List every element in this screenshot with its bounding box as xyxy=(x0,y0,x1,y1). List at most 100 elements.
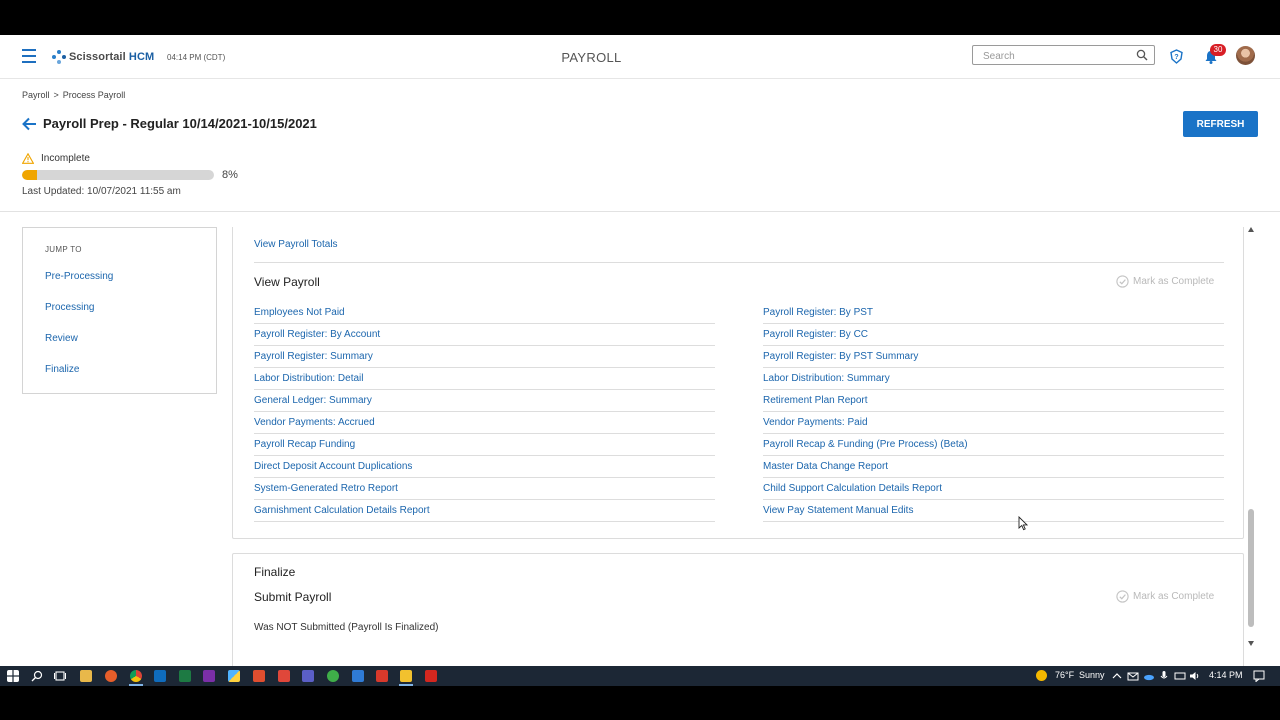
submit-status-text: Was NOT Submitted (Payroll Is Finalized) xyxy=(254,622,439,633)
windows-start-icon[interactable] xyxy=(7,670,19,682)
report-link[interactable]: Payroll Register: Summary xyxy=(254,346,715,368)
help-icon[interactable]: ? xyxy=(1169,49,1184,64)
search-icon[interactable] xyxy=(1136,49,1148,61)
snipping-tool-icon[interactable] xyxy=(253,670,265,682)
app-icon[interactable] xyxy=(399,670,413,686)
report-link[interactable]: Garnishment Calculation Details Report xyxy=(254,500,715,522)
report-link[interactable]: General Ledger: Summary xyxy=(254,390,715,412)
file-explorer-icon[interactable] xyxy=(80,670,92,682)
firefox-icon[interactable] xyxy=(105,670,117,682)
top-bar: Scissortail HCM 04:14 PM (CDT) PAYROLL ?… xyxy=(0,35,1280,79)
outlook-icon[interactable] xyxy=(154,670,166,682)
notification-center-icon[interactable] xyxy=(1253,670,1265,682)
jump-to-review[interactable]: Review xyxy=(45,333,78,344)
refresh-button[interactable]: REFRESH xyxy=(1183,111,1258,137)
page-title: Payroll Prep - Regular 10/14/2021-10/15/… xyxy=(43,116,317,131)
report-link[interactable]: Vendor Payments: Accrued xyxy=(254,412,715,434)
teams-icon[interactable] xyxy=(302,670,314,682)
scroll-thumb[interactable] xyxy=(1248,509,1254,627)
scroll-down-arrow-icon[interactable] xyxy=(1248,641,1254,646)
app-icon[interactable] xyxy=(376,670,388,682)
onedrive-icon[interactable] xyxy=(1143,670,1155,682)
report-link[interactable]: Payroll Register: By PST Summary xyxy=(763,346,1224,368)
jump-to-pre-processing[interactable]: Pre-Processing xyxy=(45,271,113,282)
search-input[interactable] xyxy=(973,47,1123,66)
back-arrow-icon[interactable] xyxy=(22,117,37,131)
report-link[interactable]: View Pay Statement Manual Edits xyxy=(763,500,1224,522)
mail-icon[interactable] xyxy=(1127,670,1139,682)
jump-to-panel: JUMP TO Pre-Processing Processing Review… xyxy=(22,227,217,394)
divider xyxy=(254,262,1224,263)
last-updated: Last Updated: 10/07/2021 11:55 am xyxy=(22,186,181,197)
microphone-icon[interactable] xyxy=(1158,670,1170,682)
chrome-icon[interactable] xyxy=(129,670,143,686)
search-icon[interactable] xyxy=(31,670,43,682)
warning-icon xyxy=(22,153,34,164)
scroll-up-arrow-icon[interactable] xyxy=(1248,227,1254,232)
report-link[interactable]: Direct Deposit Account Duplications xyxy=(254,456,715,478)
acrobat-icon[interactable] xyxy=(425,670,437,682)
report-link[interactable]: System-Generated Retro Report xyxy=(254,478,715,500)
report-link[interactable]: Retirement Plan Report xyxy=(763,390,1224,412)
breadcrumb-separator: > xyxy=(53,90,59,100)
report-link[interactable]: Payroll Register: By Account xyxy=(254,324,715,346)
search-box xyxy=(972,45,1155,66)
check-circle-icon xyxy=(1116,275,1129,288)
submit-payroll-title: Submit Payroll xyxy=(254,590,332,604)
report-link[interactable]: Vendor Payments: Paid xyxy=(763,412,1224,434)
mark-complete-label: Mark as Complete xyxy=(1133,591,1215,602)
report-link[interactable]: Payroll Register: By CC xyxy=(763,324,1224,346)
finalize-card: Finalize Submit Payroll Mark as Complete… xyxy=(232,553,1244,666)
status-text: Incomplete xyxy=(41,153,90,164)
system-time: 4:14 PM xyxy=(1209,670,1243,680)
report-link[interactable]: Labor Distribution: Summary xyxy=(763,368,1224,390)
todo-icon[interactable] xyxy=(352,670,364,682)
check-circle-icon xyxy=(1116,590,1129,603)
taskbar: 76°F Sunny 4:14 PM xyxy=(0,666,1280,686)
screen: Scissortail HCM 04:14 PM (CDT) PAYROLL ?… xyxy=(0,0,1280,720)
onenote-icon[interactable] xyxy=(203,670,215,682)
avatar[interactable] xyxy=(1236,46,1255,65)
notification-badge: 30 xyxy=(1210,44,1226,56)
weather-text: Sunny xyxy=(1079,670,1105,680)
sticky-notes-icon[interactable] xyxy=(228,670,240,682)
report-link[interactable]: Master Data Change Report xyxy=(763,456,1224,478)
excel-icon[interactable] xyxy=(179,670,191,682)
app-window: Scissortail HCM 04:14 PM (CDT) PAYROLL ?… xyxy=(0,35,1280,666)
network-icon[interactable] xyxy=(1174,670,1186,682)
divider xyxy=(0,211,1280,212)
progress-fill xyxy=(22,170,38,180)
report-link[interactable]: Payroll Recap & Funding (Pre Process) (B… xyxy=(763,434,1224,456)
app-icon[interactable] xyxy=(327,670,339,682)
jump-to-heading: JUMP TO xyxy=(45,245,82,254)
view-payroll-card: View Payroll Totals View Payroll Mark as… xyxy=(232,227,1244,539)
scrollbar[interactable] xyxy=(1247,227,1256,646)
volume-icon[interactable] xyxy=(1189,670,1201,682)
report-link[interactable]: Child Support Calculation Details Report xyxy=(763,478,1224,500)
mark-complete-label: Mark as Complete xyxy=(1133,276,1215,287)
progress-percent: 8% xyxy=(222,169,238,181)
weather-temperature: 76°F xyxy=(1055,670,1075,680)
report-link[interactable]: Labor Distribution: Detail xyxy=(254,368,715,390)
breadcrumb-process-payroll[interactable]: Process Payroll xyxy=(63,90,126,100)
task-view-icon[interactable] xyxy=(54,670,66,682)
view-payroll-totals-link[interactable]: View Payroll Totals xyxy=(254,239,338,250)
svg-text:?: ? xyxy=(1174,54,1178,61)
mark-complete-button[interactable]: Mark as Complete xyxy=(1116,275,1214,288)
report-link[interactable]: Payroll Register: By PST xyxy=(763,302,1224,324)
jump-to-finalize[interactable]: Finalize xyxy=(45,364,79,375)
jump-to-processing[interactable]: Processing xyxy=(45,302,94,313)
finalize-title: Finalize xyxy=(254,565,296,579)
report-link[interactable]: Employees Not Paid xyxy=(254,302,715,324)
app-icon[interactable] xyxy=(278,670,290,682)
report-link[interactable]: Payroll Recap Funding xyxy=(254,434,715,456)
breadcrumb-payroll[interactable]: Payroll xyxy=(22,90,50,100)
breadcrumb: Payroll > Process Payroll xyxy=(22,90,125,100)
progress-bar xyxy=(22,170,214,180)
view-payroll-title: View Payroll xyxy=(254,275,320,289)
mouse-cursor-icon xyxy=(1018,516,1028,531)
chevron-up-icon[interactable] xyxy=(1111,670,1123,682)
weather-sun-icon xyxy=(1036,670,1047,681)
mark-complete-button[interactable]: Mark as Complete xyxy=(1116,590,1214,603)
content-panel: View Payroll Totals View Payroll Mark as… xyxy=(232,227,1244,666)
